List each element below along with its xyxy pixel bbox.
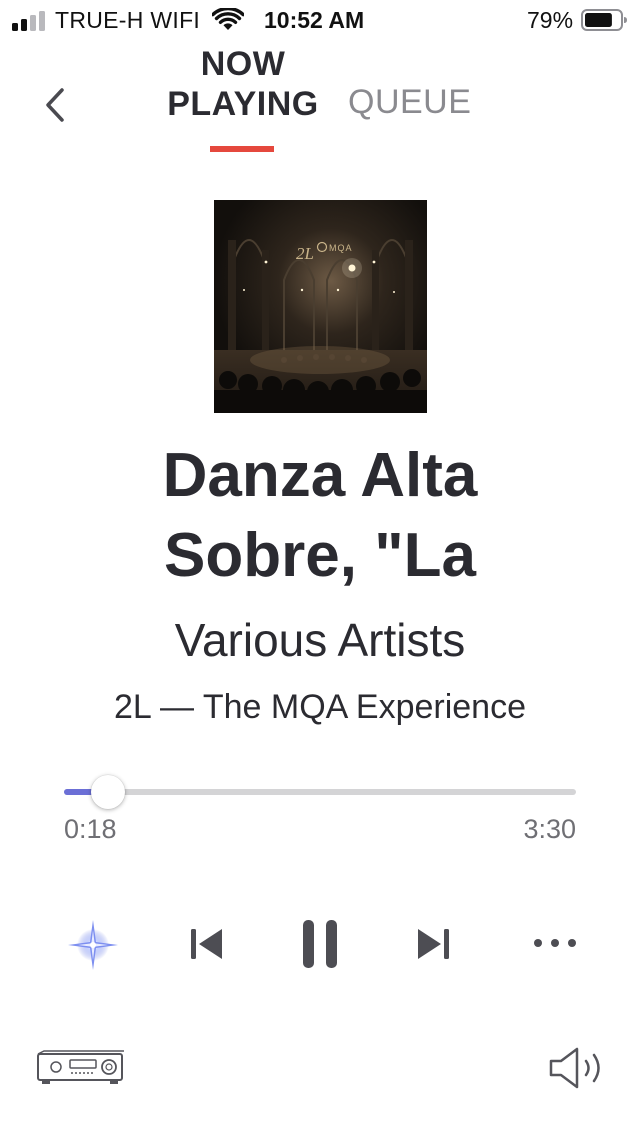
battery-icon — [581, 9, 627, 31]
tab-queue[interactable]: QUEUE — [348, 82, 471, 122]
tab-now-playing[interactable]: NOW PLAYING — [160, 44, 326, 124]
progress-slider[interactable] — [64, 775, 576, 809]
next-track-icon[interactable] — [414, 926, 452, 962]
back-chevron-icon[interactable] — [40, 86, 72, 124]
album-cover-image[interactable]: 2L MQA — [214, 200, 427, 413]
tab-now-playing-line2: PLAYING — [167, 85, 319, 123]
wifi-icon — [212, 8, 244, 30]
sparkle-icon[interactable] — [66, 918, 120, 972]
receiver-icon[interactable] — [36, 1050, 124, 1086]
signal-icon — [12, 11, 48, 31]
track-title: Danza Alta Sobre, "La — [40, 436, 600, 596]
status-bar: TRUE-H WIFI 10:52 AM 79% — [0, 0, 640, 40]
track-title-line2: Sobre, "La — [164, 521, 476, 590]
tab-now-playing-line1: NOW — [200, 45, 286, 83]
more-icon[interactable] — [532, 934, 578, 952]
track-title-line1: Danza Alta — [162, 441, 478, 510]
time-elapsed: 0:18 — [64, 814, 117, 844]
cover-label-text: 2L — [296, 244, 314, 263]
track-artist[interactable]: Various Artists — [40, 610, 600, 670]
pause-icon[interactable] — [300, 918, 340, 970]
battery-percent: 79% — [527, 7, 574, 33]
time-total: 3:30 — [523, 814, 576, 844]
clock: 10:52 AM — [264, 7, 365, 33]
active-tab-indicator — [210, 146, 274, 152]
track-album[interactable]: 2L — The MQA Experience — [40, 684, 600, 730]
cover-badge-text: MQA — [329, 243, 353, 253]
volume-icon[interactable] — [548, 1046, 610, 1090]
progress-handle[interactable] — [90, 775, 125, 809]
previous-track-icon[interactable] — [188, 926, 226, 962]
carrier-label: TRUE-H WIFI — [55, 7, 201, 33]
